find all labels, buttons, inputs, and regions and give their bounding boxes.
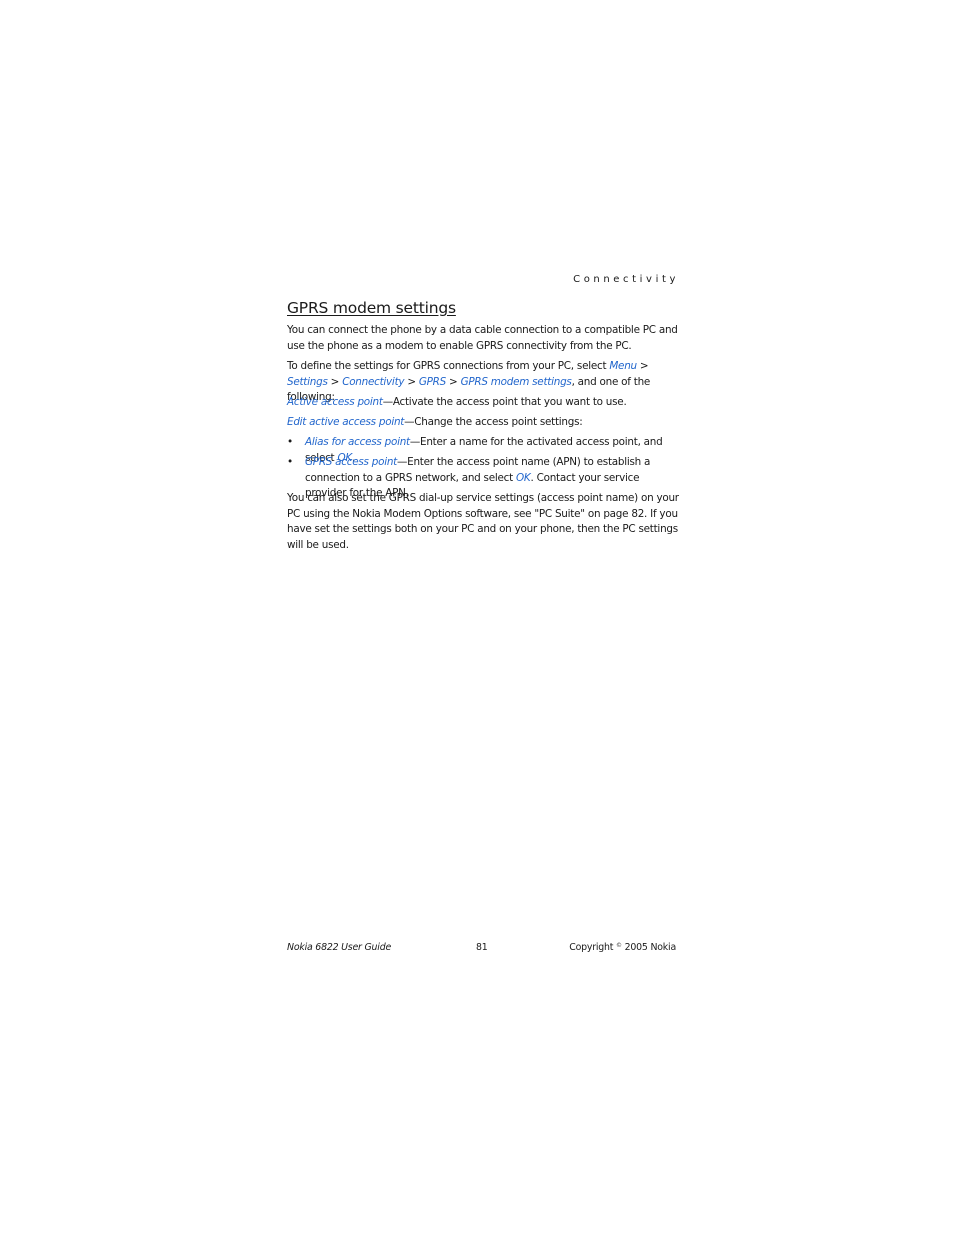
path-separator: > [404, 375, 419, 388]
intro-paragraph: You can connect the phone by a data cabl… [287, 324, 678, 352]
dial-up-paragraph: You can also set the GPRS dial-up servic… [287, 492, 679, 551]
active-access-point-desc: —Activate the access point that you want… [382, 396, 627, 408]
active-access-point-paragraph: Active access point—Activate the access … [287, 395, 679, 411]
alias-for-access-point-link[interactable]: Alias for access point [305, 436, 410, 448]
path-separator: > [446, 375, 461, 388]
copyright: Copyright © 2005 Nokia [569, 942, 676, 953]
running-header: Connectivity [573, 274, 679, 285]
path-separator: > [636, 360, 649, 372]
define-prefix: To define the settings for GPRS connecti… [287, 360, 610, 372]
gprs-modem-settings-link[interactable]: GPRS modem settings [461, 376, 572, 388]
bullet-icon: • [287, 456, 293, 468]
copyright-prefix: Copyright [569, 942, 617, 953]
page-number: 81 [476, 942, 488, 953]
copyright-suffix: 2005 Nokia [621, 942, 677, 953]
gprs-access-point-link[interactable]: GPRS access point [305, 456, 397, 468]
menu-link[interactable]: Menu [609, 360, 637, 372]
edit-access-point-paragraph: Edit active access point—Change the acce… [287, 415, 679, 431]
active-access-point-link[interactable]: Active access point [287, 396, 383, 408]
connectivity-link[interactable]: Connectivity [342, 376, 404, 388]
path-separator: > [327, 375, 343, 388]
edit-active-access-point-link[interactable]: Edit active access point [287, 416, 404, 428]
ok-link[interactable]: OK [516, 472, 531, 484]
edit-access-point-desc: —Change the access point settings: [404, 416, 583, 428]
gprs-link[interactable]: GPRS [419, 376, 446, 388]
bullet-icon: • [287, 436, 293, 448]
guide-title: Nokia 6822 User Guide [287, 942, 392, 953]
section-title: GPRS modem settings [287, 299, 456, 317]
settings-link[interactable]: Settings [287, 376, 328, 388]
